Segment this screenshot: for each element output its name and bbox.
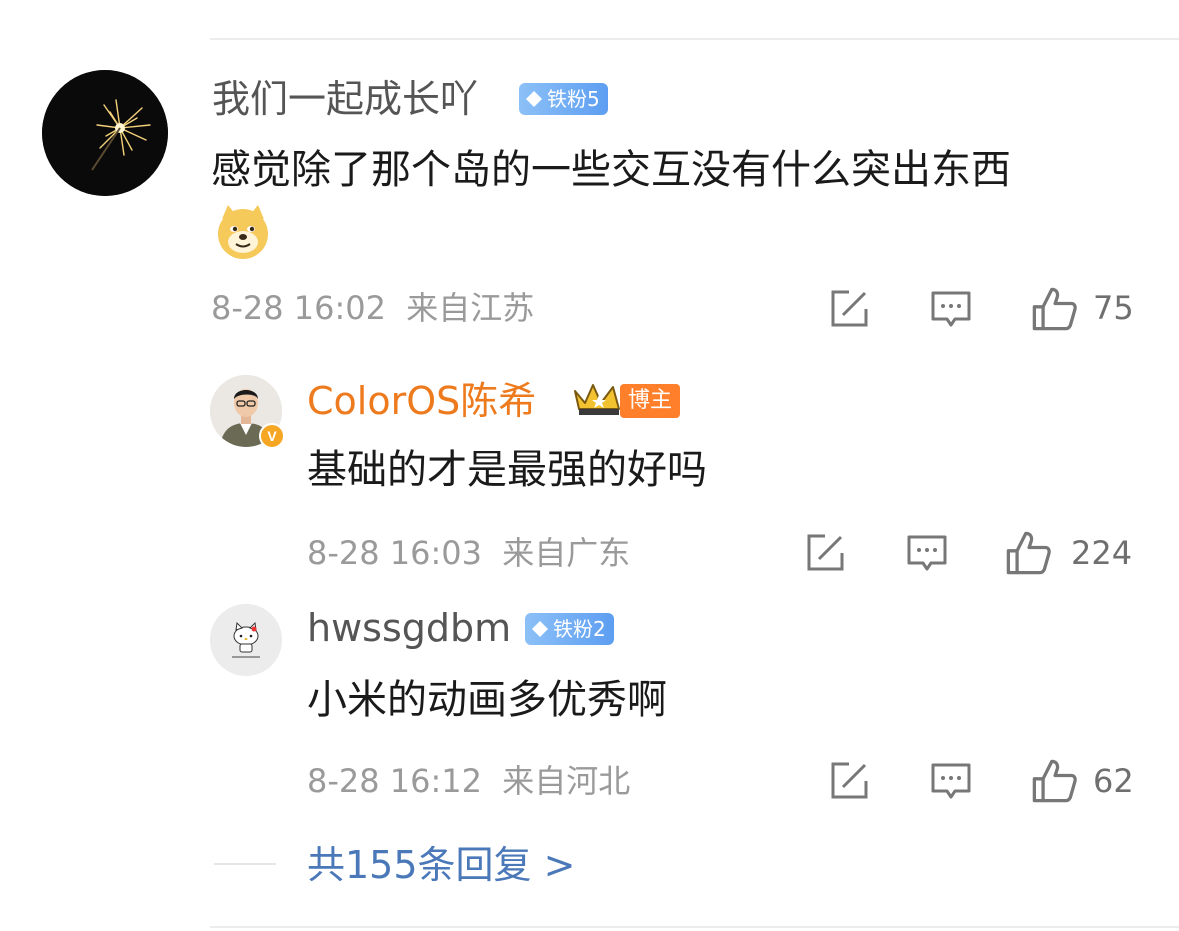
reply-location: 来自河北 xyxy=(502,762,631,800)
comment-meta: 8-28 16:02 来自江苏 xyxy=(211,288,534,328)
diamond-icon xyxy=(532,621,548,637)
comment-icon[interactable] xyxy=(905,531,949,575)
reply-text: 基础的才是最强的好吗 xyxy=(307,447,707,493)
host-tag: 博主 xyxy=(620,384,681,418)
fan-badge-label: 铁粉5 xyxy=(547,87,600,111)
top-divider xyxy=(210,38,1179,40)
diamond-icon xyxy=(526,91,542,107)
reply-location: 来自广东 xyxy=(502,534,631,572)
comment-icon[interactable] xyxy=(929,287,973,331)
like-count: 75 xyxy=(1093,289,1134,327)
comment-time: 8-28 16:02 xyxy=(211,289,387,327)
more-replies-link[interactable]: 共155条回复 > xyxy=(307,842,575,888)
like-count: 224 xyxy=(1071,534,1133,572)
share-icon[interactable] xyxy=(827,287,871,331)
thumbs-up-icon[interactable] xyxy=(1030,757,1078,805)
svg-text:V: V xyxy=(267,428,277,444)
like-count: 62 xyxy=(1093,762,1134,800)
hello-kitty-avatar-image xyxy=(210,604,282,676)
thumbs-up-icon[interactable] xyxy=(1030,285,1078,333)
comment-icon[interactable] xyxy=(929,759,973,803)
reply-time: 8-28 16:12 xyxy=(307,762,483,800)
reply-username[interactable]: ColorOS陈希 xyxy=(307,378,536,424)
reply-meta: 8-28 16:03 来自广东 xyxy=(307,533,630,573)
comment-username[interactable]: 我们一起成长吖 xyxy=(212,76,478,122)
sparkler-avatar-image xyxy=(42,70,168,196)
reply-text: 小米的动画多优秀啊 xyxy=(307,677,667,723)
fan-badge: 铁粉5 xyxy=(519,83,608,115)
reply-meta: 8-28 16:12 来自河北 xyxy=(307,761,630,801)
comment-text: 感觉除了那个岛的一些交互没有什么突出东西 xyxy=(211,147,1011,193)
bottom-divider xyxy=(210,926,1179,928)
reply-avatar[interactable] xyxy=(210,604,282,676)
doge-emoji xyxy=(214,203,272,261)
verified-badge-icon: V xyxy=(259,423,285,449)
share-icon[interactable] xyxy=(803,531,847,575)
fan-badge: 铁粉2 xyxy=(525,613,614,645)
reply-time: 8-28 16:03 xyxy=(307,534,483,572)
thumbs-up-icon[interactable] xyxy=(1004,529,1052,577)
crown-icon xyxy=(574,384,620,415)
fan-badge-label: 铁粉2 xyxy=(553,617,606,641)
reply-username[interactable]: hwssgdbm xyxy=(307,605,511,651)
share-icon[interactable] xyxy=(827,759,871,803)
avatar[interactable] xyxy=(42,70,168,196)
thread-indicator-line xyxy=(214,863,276,865)
comment-location: 来自江苏 xyxy=(406,289,535,327)
